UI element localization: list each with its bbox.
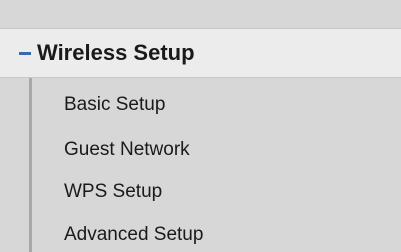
- submenu-divider: [29, 78, 32, 252]
- submenu-item-basic-setup[interactable]: Basic Setup: [64, 94, 165, 116]
- submenu-item-advanced-setup[interactable]: Advanced Setup: [64, 224, 203, 246]
- submenu-item-guest-network[interactable]: Guest Network: [64, 139, 190, 161]
- wireless-setup-section-header[interactable]: Wireless Setup: [0, 28, 401, 78]
- section-title: Wireless Setup: [37, 40, 195, 65]
- collapse-minus-icon[interactable]: [19, 52, 31, 55]
- submenu-item-wps-setup[interactable]: WPS Setup: [64, 181, 162, 203]
- wireless-setup-menu: Wireless Setup Basic Setup Guest Network…: [0, 0, 401, 252]
